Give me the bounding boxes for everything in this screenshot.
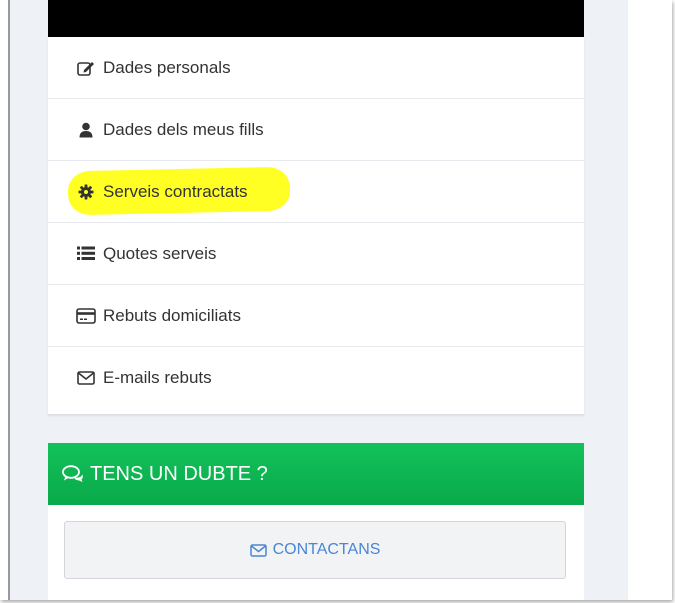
menu-item-label: Dades personals [103, 57, 231, 77]
account-menu: Dades personals Dades dels meus fills Se… [48, 37, 584, 415]
user-icon [75, 120, 97, 140]
contact-button-label: CONTACTANS [272, 541, 381, 558]
menu-item-emails-rebuts[interactable]: E-mails rebuts [48, 347, 584, 409]
menu-item-dades-fills[interactable]: Dades dels meus fills [48, 99, 584, 161]
menu-item-label: Serveis contractats [103, 181, 248, 201]
menu-item-label: Rebuts domiciliats [103, 305, 241, 325]
screenshot-frame: Dades personals Dades dels meus fills Se… [0, 0, 672, 600]
comments-icon [62, 463, 86, 485]
list-icon [75, 244, 97, 264]
envelope-icon [249, 542, 270, 558]
help-title: TENS UN DUBTE ? [90, 462, 268, 485]
menu-item-dades-personals[interactable]: Dades personals [48, 37, 584, 99]
contact-button[interactable]: CONTACTANS [64, 521, 566, 579]
sidebar-top-bar [48, 0, 584, 37]
edit-icon [75, 58, 97, 78]
envelope-icon [75, 368, 97, 388]
help-card: TENS UN DUBTE ? CONTACTANS [48, 443, 584, 600]
menu-item-serveis-contractats[interactable]: Serveis contractats [48, 161, 584, 223]
menu-item-label: Dades dels meus fills [103, 119, 264, 139]
help-header: TENS UN DUBTE ? [48, 443, 584, 505]
menu-item-label: Quotes serveis [103, 243, 217, 263]
menu-item-rebuts-domiciliats[interactable]: Rebuts domiciliats [48, 285, 584, 347]
menu-item-quotes-serveis[interactable]: Quotes serveis [48, 223, 584, 285]
credit-card-icon [75, 306, 97, 326]
gear-icon [75, 182, 97, 202]
menu-item-label: E-mails rebuts [103, 368, 212, 387]
